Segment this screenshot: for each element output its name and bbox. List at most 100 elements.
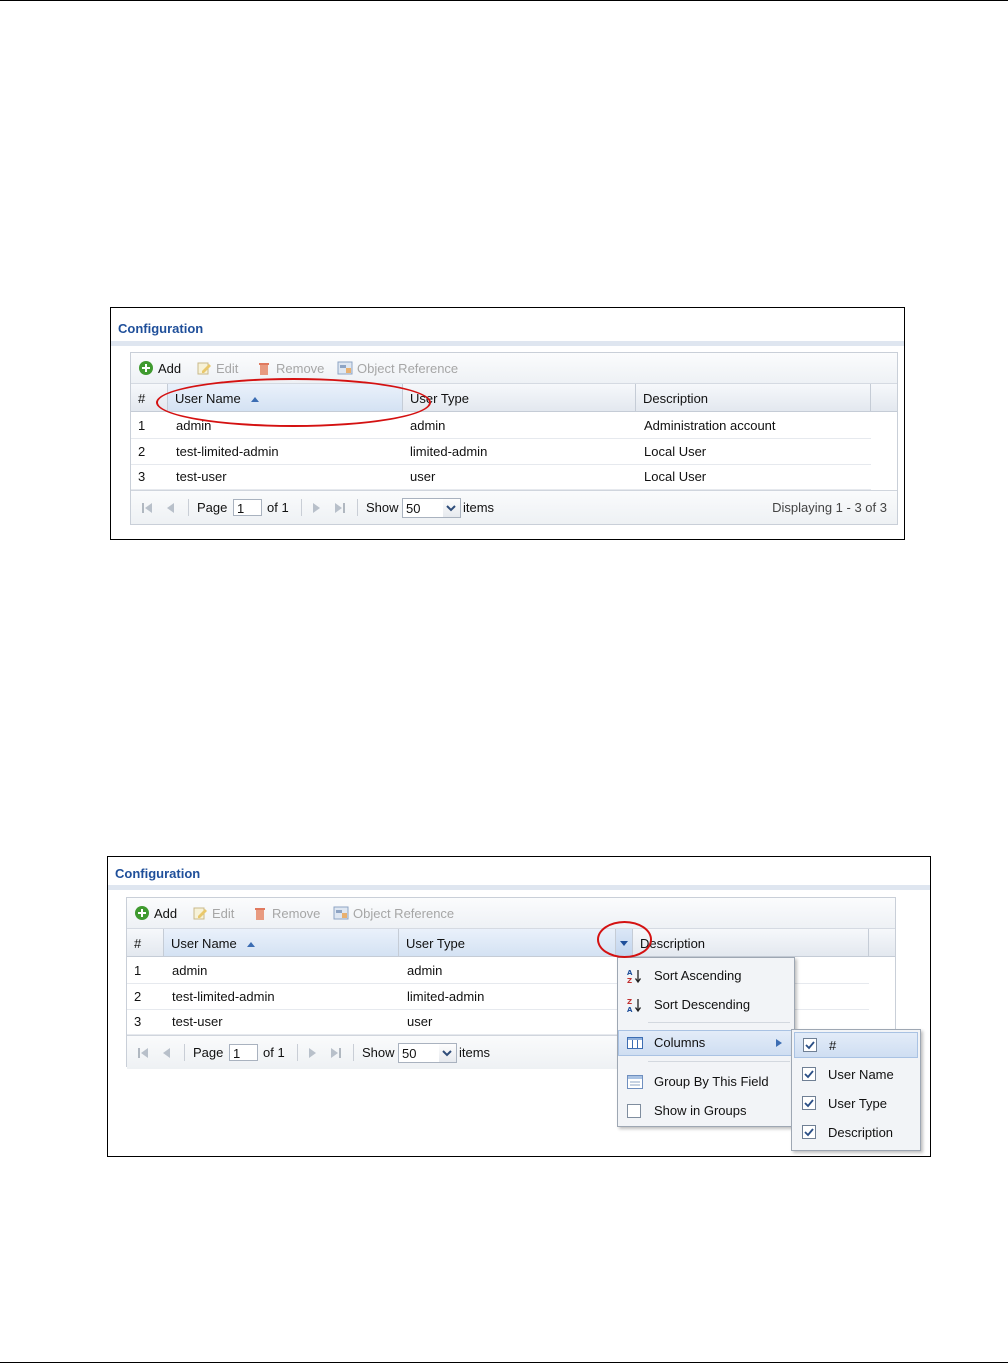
menu-item-sort-descending[interactable]: ZA Sort Descending — [618, 992, 794, 1018]
edit-button[interactable]: Edit — [196, 359, 238, 377]
object-reference-label: Object Reference — [353, 905, 455, 921]
page-number-input[interactable]: 1 — [233, 499, 262, 516]
add-icon — [135, 906, 149, 920]
previous-page-icon[interactable] — [159, 1045, 175, 1061]
menu-separator — [648, 1022, 790, 1023]
remove-button[interactable]: Remove — [256, 359, 324, 377]
column-toggle-user-type[interactable]: User Type — [792, 1091, 920, 1117]
trash-icon — [255, 908, 265, 920]
columns-submenu: # User Name User Type Description — [791, 1029, 921, 1151]
column-toggle-num[interactable]: # — [794, 1032, 918, 1058]
cell-user-type: admin — [410, 418, 446, 433]
edit-label: Edit — [216, 360, 239, 376]
pager-separator — [297, 1044, 298, 1061]
highlight-ellipse — [156, 378, 431, 427]
last-page-icon[interactable] — [332, 500, 348, 516]
last-page-icon[interactable] — [328, 1045, 344, 1061]
menu-item-show-in-groups[interactable]: Show in Groups — [618, 1098, 794, 1124]
users-grid: Add Edit Remove Object Reference # User … — [130, 352, 898, 525]
chevron-down-icon — [442, 1050, 452, 1057]
column-header-num[interactable]: # — [127, 929, 164, 956]
show-in-groups-label: Show in Groups — [654, 1103, 747, 1118]
cell-user-name: test-limited-admin — [172, 989, 275, 1004]
page-size-select[interactable]: 50 — [402, 498, 444, 518]
sort-descending-label: Sort Descending — [654, 997, 751, 1012]
section-band — [111, 341, 904, 346]
column-toggle-user-type-label: User Type — [828, 1096, 888, 1111]
object-reference-icon — [337, 361, 353, 375]
next-page-icon[interactable] — [304, 1045, 320, 1061]
column-header-num-label: # — [134, 936, 142, 951]
column-toggle-user-name[interactable]: User Name — [792, 1062, 920, 1088]
items-label: items — [463, 500, 495, 515]
cell-user-name: test-limited-admin — [176, 444, 279, 459]
screenshot-column-menu: Configuration Add Edit Remove Object Ref… — [107, 856, 931, 1157]
add-label: Add — [154, 905, 178, 921]
sort-za-icon: ZA — [627, 998, 642, 1013]
remove-label: Remove — [272, 905, 321, 921]
cell-user-name: admin — [172, 963, 208, 978]
cell-user-type: limited-admin — [407, 989, 485, 1004]
cell-user-type: admin — [407, 963, 443, 978]
column-toggle-user-name-label: User Name — [828, 1067, 894, 1082]
table-row[interactable]: 2 test-limited-admin limited-admin Local… — [131, 439, 871, 465]
page-size-dropdown-button[interactable] — [439, 1043, 457, 1063]
cell-user-type: limited-admin — [410, 444, 488, 459]
edit-icon — [197, 362, 211, 375]
pager-separator — [357, 499, 358, 516]
add-button[interactable]: Add — [138, 359, 181, 377]
page-bottom-rule — [0, 1362, 1008, 1363]
cell-num: 3 — [138, 469, 146, 484]
object-reference-button[interactable]: Object Reference — [337, 359, 458, 377]
edit-icon — [193, 907, 207, 920]
submenu-arrow-icon — [776, 1039, 782, 1047]
svg-text:Z: Z — [627, 998, 632, 1006]
items-label: items — [459, 1045, 491, 1060]
trash-icon — [259, 363, 269, 375]
cell-description: Local User — [644, 469, 707, 484]
page-top-rule — [0, 0, 1008, 1]
previous-page-icon[interactable] — [163, 500, 179, 516]
columns-label: Columns — [654, 1035, 706, 1050]
menu-separator — [648, 1061, 790, 1062]
column-header-user-type[interactable]: User Type — [403, 384, 636, 411]
cell-num: 2 — [134, 989, 142, 1004]
column-header-description[interactable]: Description — [636, 384, 871, 411]
pager-separator — [188, 499, 189, 516]
add-button[interactable]: Add — [134, 904, 177, 922]
cell-num: 1 — [138, 418, 146, 433]
column-header-description[interactable]: Description — [633, 929, 869, 956]
first-page-icon[interactable] — [139, 500, 155, 516]
column-toggle-description[interactable]: Description — [792, 1120, 920, 1146]
chevron-down-icon — [446, 505, 456, 512]
group-by-icon — [627, 1075, 643, 1089]
page-number-input[interactable]: 1 — [229, 1044, 258, 1061]
section-title: Configuration — [115, 866, 201, 881]
next-page-icon[interactable] — [308, 500, 324, 516]
menu-item-sort-ascending[interactable]: AZ Sort Ascending — [618, 963, 794, 989]
column-header-user-type[interactable]: User Type — [399, 929, 616, 956]
pager-separator — [184, 1044, 185, 1061]
section-title: Configuration — [118, 321, 204, 336]
menu-item-group-by-field[interactable]: Group By This Field — [618, 1069, 794, 1095]
table-row[interactable]: 3 test-user user Local User — [131, 464, 871, 490]
column-header-user-name-label: User Name — [171, 936, 237, 951]
page-label: Page — [193, 1045, 224, 1060]
page-size-select[interactable]: 50 — [398, 1043, 440, 1063]
first-page-icon[interactable] — [135, 1045, 151, 1061]
column-header-user-name[interactable]: User Name — [164, 929, 399, 956]
pager-separator — [353, 1044, 354, 1061]
edit-button[interactable]: Edit — [192, 904, 234, 922]
columns-icon — [627, 1037, 643, 1049]
cell-description: Administration account — [644, 418, 776, 433]
page-count-label: of 1 — [267, 500, 289, 515]
cell-num: 2 — [138, 444, 146, 459]
cell-user-name: test-user — [176, 469, 227, 484]
menu-item-columns[interactable]: Columns — [618, 1030, 794, 1056]
page-size-dropdown-button[interactable] — [443, 498, 461, 518]
show-in-groups-checkbox[interactable] — [627, 1104, 641, 1118]
remove-button[interactable]: Remove — [252, 904, 320, 922]
cell-user-name: test-user — [172, 1014, 223, 1029]
sort-az-icon: AZ — [627, 969, 642, 984]
object-reference-button[interactable]: Object Reference — [333, 904, 454, 922]
